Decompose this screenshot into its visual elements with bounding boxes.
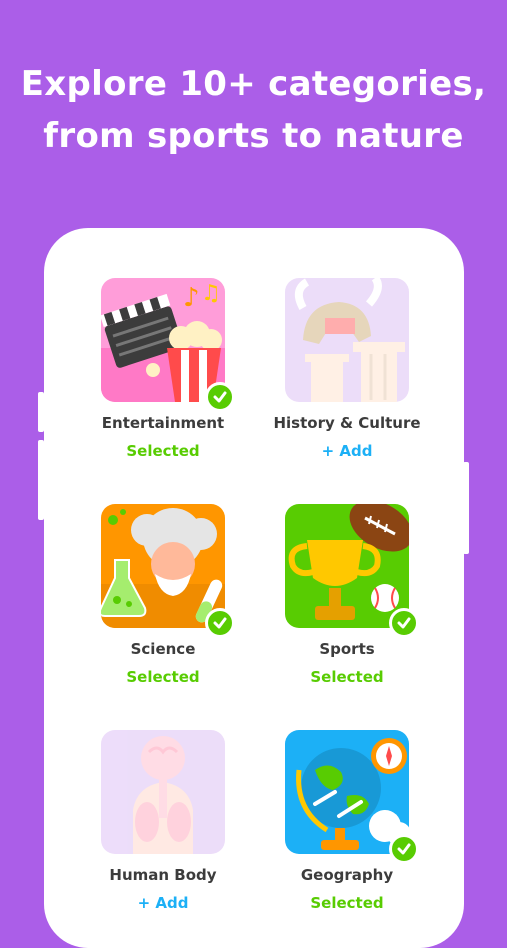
globe-compass-icon: [296, 738, 409, 850]
category-status[interactable]: Selected: [256, 668, 438, 686]
phone-frame: ♪ ♫ Entertainment Selected History & Cul…: [44, 228, 464, 948]
add-category-button[interactable]: + Add: [72, 894, 254, 912]
category-status[interactable]: Selected: [72, 442, 254, 460]
scientist-flask-icon: [101, 508, 225, 628]
selected-check-icon: [205, 382, 235, 412]
category-tile[interactable]: [101, 504, 235, 638]
svg-text:♪: ♪: [183, 283, 200, 313]
category-tile[interactable]: [285, 504, 419, 638]
anatomy-body-icon: [133, 736, 193, 854]
category-name: Geography: [300, 866, 394, 884]
category-status[interactable]: Selected: [72, 668, 254, 686]
category-name: History & Culture: [273, 414, 421, 432]
selected-check-icon: [205, 608, 235, 638]
category-name: Sports: [319, 640, 375, 658]
headline-line-2: from sports to nature: [43, 116, 464, 156]
category-tile[interactable]: [285, 278, 409, 402]
category-tile[interactable]: [101, 730, 225, 854]
helmet-columns-icon: [294, 278, 405, 402]
category-name: Entertainment: [101, 414, 225, 432]
clapperboard-popcorn-icon: ♪ ♫: [101, 281, 225, 402]
headline: Explore 10+ categories, from sports to n…: [0, 58, 507, 162]
add-category-button[interactable]: + Add: [256, 442, 438, 460]
category-name: Science: [130, 640, 196, 658]
trophy-football-icon: [288, 504, 409, 620]
svg-text:♫: ♫: [201, 281, 221, 306]
category-name: Human Body: [109, 866, 217, 884]
selected-check-icon: [389, 834, 419, 864]
category-status[interactable]: Selected: [256, 894, 438, 912]
headline-line-1: Explore 10+ categories,: [20, 64, 487, 104]
category-tile[interactable]: [285, 730, 419, 864]
category-tile[interactable]: ♪ ♫: [101, 278, 235, 412]
selected-check-icon: [389, 608, 419, 638]
